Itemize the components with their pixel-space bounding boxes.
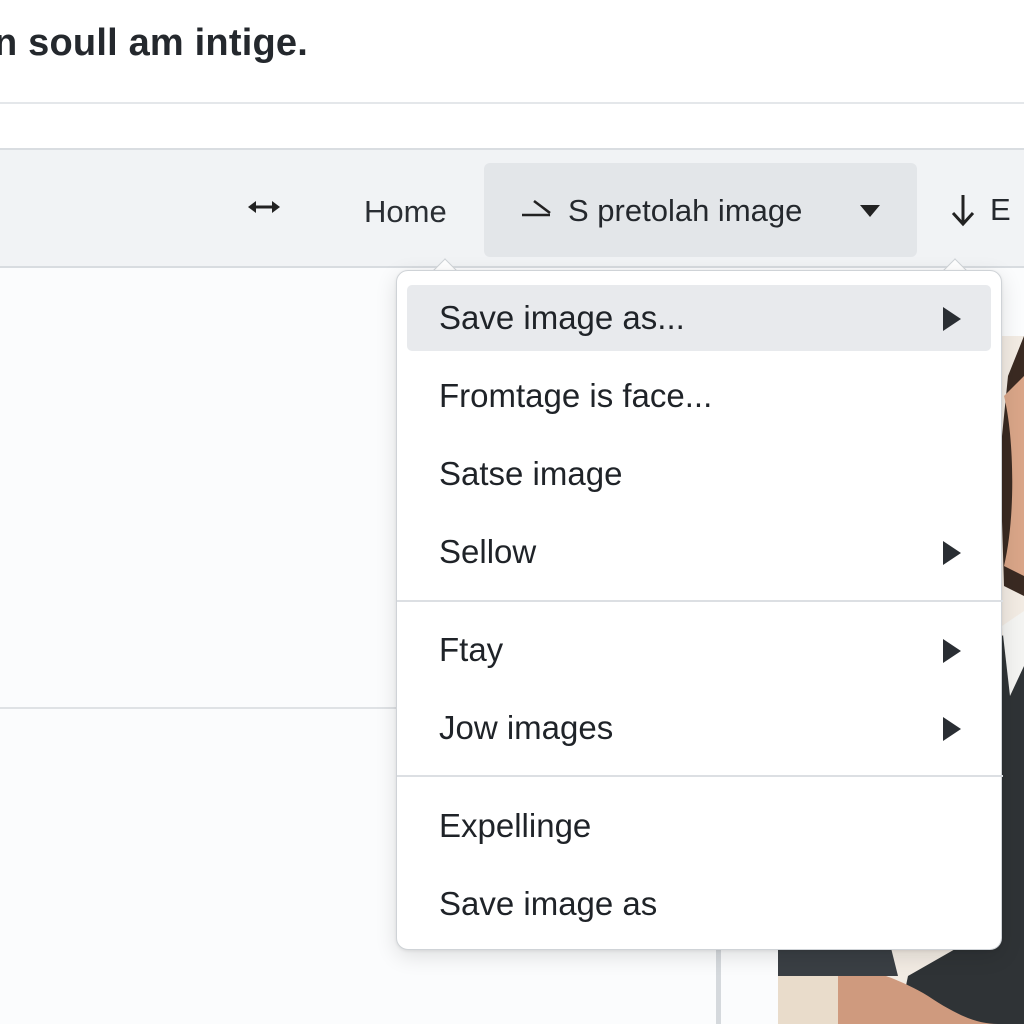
image-dropdown-button[interactable]: S pretolah image xyxy=(484,163,917,257)
content-panel xyxy=(0,268,400,1024)
submenu-arrow-icon xyxy=(941,637,963,665)
submenu-arrow-icon xyxy=(941,539,963,567)
content-divider xyxy=(0,707,400,709)
menu-item-ftay[interactable]: Ftay xyxy=(407,617,991,683)
submenu-arrow-icon xyxy=(941,305,963,333)
submenu-arrow-icon xyxy=(941,715,963,743)
download-arrow-icon xyxy=(951,195,975,227)
menu-item-satse-image[interactable]: Satse image xyxy=(407,441,991,507)
menu-item-label: Save image as xyxy=(439,885,658,922)
menu-item-label: Fromtage is face... xyxy=(439,377,713,414)
export-button[interactable]: E xyxy=(950,190,1024,230)
context-menu: Save image as... Fromtage is face... Sat… xyxy=(396,270,1003,950)
menu-separator xyxy=(397,775,1003,777)
panel-splitter[interactable] xyxy=(716,940,721,1024)
menu-item-save-image-as-2[interactable]: Save image as xyxy=(407,871,991,937)
title-bar: n soull am intige. xyxy=(0,0,1024,104)
menu-item-label: Jow images xyxy=(439,709,614,746)
menu-item-expellinge[interactable]: Expellinge xyxy=(407,793,991,859)
menu-item-jow-images[interactable]: Jow images xyxy=(407,695,991,761)
menu-item-sellow[interactable]: Sellow xyxy=(407,519,991,585)
page-title: n soull am intige. xyxy=(0,22,308,64)
menu-item-label: Sellow xyxy=(439,533,537,570)
menu-item-fromtage-face[interactable]: Fromtage is face... xyxy=(407,363,991,429)
export-label: E xyxy=(990,192,1011,227)
menu-separator xyxy=(397,600,1003,602)
arrow-right-icon xyxy=(520,193,552,225)
image-dropdown-label: S pretolah image xyxy=(568,193,803,228)
menu-item-label: Ftay xyxy=(439,631,504,668)
sub-header-strip xyxy=(0,104,1024,150)
menu-item-save-image-as[interactable]: Save image as... xyxy=(407,285,991,351)
menu-item-label: Satse image xyxy=(439,455,623,492)
horizontal-resize-icon[interactable] xyxy=(244,190,284,224)
menu-item-label: Expellinge xyxy=(439,807,592,844)
caret-down-icon xyxy=(858,203,882,219)
menu-item-label: Save image as... xyxy=(439,299,685,336)
home-link[interactable]: Home xyxy=(364,194,447,230)
